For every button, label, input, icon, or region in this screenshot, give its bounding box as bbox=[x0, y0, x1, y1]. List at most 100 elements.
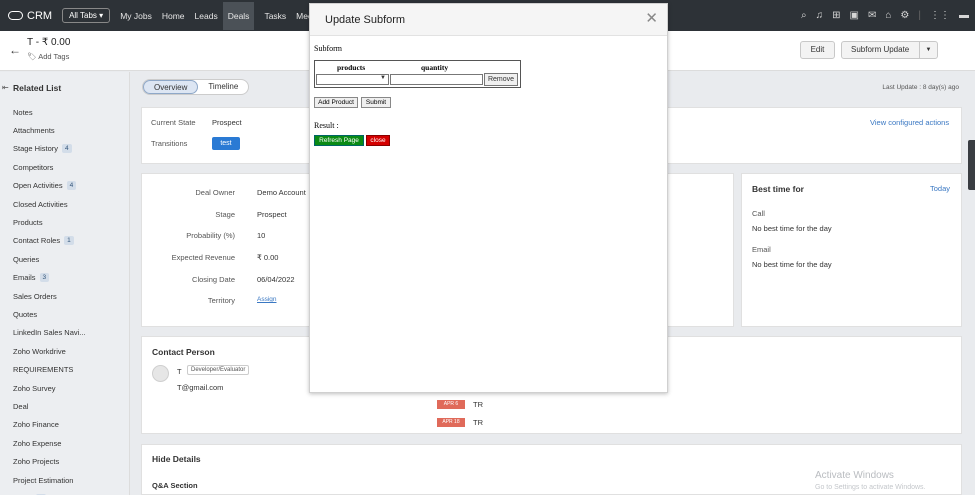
current-state-label: Current State bbox=[151, 118, 196, 127]
sidebar-item-label: Quotes bbox=[13, 309, 38, 319]
sidebar-item[interactable]: Quotes bbox=[13, 305, 86, 323]
subform-update-label: Subform Update bbox=[851, 45, 910, 54]
sidebar-item-label: Deal bbox=[13, 401, 29, 411]
bell-icon[interactable]: ♫ bbox=[816, 10, 824, 21]
gear-icon[interactable]: ⚙ bbox=[900, 10, 909, 21]
sidebar-item[interactable]: Notes bbox=[13, 103, 86, 121]
contact-email[interactable]: T@gmail.com bbox=[177, 383, 223, 392]
crm-logo[interactable]: CRM bbox=[8, 10, 52, 22]
assign-territory-link[interactable]: Assign bbox=[257, 296, 277, 303]
nav-home[interactable]: Home bbox=[162, 2, 185, 30]
sidebar-item[interactable]: Deal bbox=[13, 397, 86, 415]
feedback-tab[interactable] bbox=[968, 140, 975, 190]
add-product-button[interactable]: Add Product bbox=[314, 97, 358, 108]
contact-person-title: Contact Person bbox=[152, 347, 215, 357]
sidebar-item[interactable]: LinkedIn Sales Navi... bbox=[13, 324, 86, 342]
add-tags-link[interactable]: 🏷 Add Tags bbox=[27, 52, 69, 61]
record-title: T - ₹ 0.00 bbox=[27, 37, 71, 48]
sidebar-item[interactable]: Contact Roles 1 bbox=[13, 232, 86, 250]
sidebar-item[interactable]: Zoho Expense bbox=[13, 434, 86, 452]
sidebar-item[interactable]: Project Estimation bbox=[13, 471, 86, 489]
sidebar-item[interactable]: Competitors bbox=[13, 158, 86, 176]
sidebar-item[interactable]: Sales Orders bbox=[13, 287, 86, 305]
calendar-icon[interactable]: ▣ bbox=[850, 10, 859, 21]
apps-icon[interactable]: ⋮⋮ bbox=[930, 10, 950, 21]
field-value-probability[interactable]: 10 bbox=[257, 231, 265, 240]
email-label: Email bbox=[752, 245, 771, 254]
close-button[interactable]: close bbox=[366, 135, 390, 146]
sidebar-item-label: Sales Orders bbox=[13, 291, 57, 301]
sidebar-item[interactable]: Closed Activities bbox=[13, 195, 86, 213]
sidebar-item[interactable]: Open Activities 4 bbox=[13, 177, 86, 195]
nav-my-jobs[interactable]: My Jobs bbox=[120, 2, 152, 30]
all-tabs-dropdown[interactable]: All Tabs ▾ bbox=[62, 8, 111, 23]
subform-update-button[interactable]: Subform Update ▼ bbox=[841, 41, 938, 59]
collapse-icon[interactable]: ⇤ bbox=[2, 83, 9, 92]
nav-icons: ⌕ ♫ ⊞ ▣ ✉ ⌂ ⚙ | ⋮⋮ ▬ bbox=[792, 0, 969, 31]
sidebar-item-label: Products bbox=[13, 218, 43, 228]
sidebar-item[interactable]: Zoho Projects bbox=[13, 452, 86, 470]
sidebar-item-label: Zoho Finance bbox=[13, 420, 59, 430]
activate-windows-hint: Go to Settings to activate Windows. bbox=[815, 484, 926, 491]
quantity-input[interactable] bbox=[390, 74, 483, 85]
close-icon[interactable]: ✕ bbox=[645, 9, 658, 27]
best-time-title: Best time for bbox=[752, 184, 804, 194]
sidebar-item[interactable]: Queries bbox=[13, 250, 86, 268]
sidebar-item[interactable]: Zoho Finance bbox=[13, 416, 86, 434]
menu-icon[interactable]: ▬ bbox=[959, 10, 969, 21]
field-value-expected-revenue[interactable]: ₹ 0.00 bbox=[257, 253, 278, 262]
add-icon[interactable]: ⊞ bbox=[832, 10, 840, 21]
column-header-products: products bbox=[337, 63, 366, 72]
timeline-date-badge: APR 6 bbox=[437, 400, 465, 409]
sidebar-item[interactable]: Zoho Survey bbox=[13, 379, 86, 397]
today-link[interactable]: Today bbox=[930, 184, 950, 193]
chevron-down-icon[interactable]: ▼ bbox=[919, 42, 937, 58]
tag-icon: 🏷 bbox=[27, 52, 37, 61]
transition-test-button[interactable]: test bbox=[212, 137, 240, 150]
refresh-page-button[interactable]: Refresh Page bbox=[314, 135, 364, 146]
nav-tasks[interactable]: Tasks bbox=[264, 2, 286, 30]
product-select[interactable]: ▼ bbox=[316, 74, 389, 85]
nav-deals[interactable]: Deals bbox=[222, 1, 255, 30]
tab-timeline[interactable]: Timeline bbox=[198, 80, 248, 94]
hide-details-link[interactable]: Hide Details bbox=[152, 454, 201, 464]
field-value-stage[interactable]: Prospect bbox=[257, 210, 287, 219]
app-name: CRM bbox=[27, 9, 53, 22]
sidebar-item-label: Attachments bbox=[13, 126, 55, 136]
sidebar-item[interactable]: Zoho Workdrive bbox=[13, 342, 86, 360]
back-arrow-icon[interactable]: ← bbox=[9, 43, 21, 57]
edit-button[interactable]: Edit bbox=[800, 41, 835, 59]
store-icon[interactable]: ⌂ bbox=[885, 10, 891, 21]
sidebar-item-label: Zoho Survey bbox=[13, 383, 56, 393]
sidebar-item-label: Project Estimation bbox=[13, 475, 74, 485]
search-icon[interactable]: ⌕ bbox=[801, 10, 807, 21]
sidebar-item-label: Closed Activities bbox=[13, 199, 68, 209]
sidebar-item[interactable]: Products bbox=[13, 213, 86, 231]
mail-icon[interactable]: ✉ bbox=[868, 10, 876, 21]
tab-overview[interactable]: Overview bbox=[143, 80, 199, 94]
remove-button[interactable]: Remove bbox=[484, 73, 518, 86]
sidebar-item[interactable]: Deals3 bbox=[13, 489, 86, 495]
sidebar-item[interactable]: Attachments bbox=[13, 121, 86, 139]
contact-role-badge: Developer/Evaluator bbox=[187, 365, 250, 375]
count-badge: 1 bbox=[64, 236, 74, 246]
sidebar-item[interactable]: Stage History 4 bbox=[13, 140, 86, 158]
submit-button[interactable]: Submit bbox=[361, 97, 391, 108]
sidebar-item-label: Contact Roles bbox=[13, 236, 61, 246]
sidebar-item[interactable]: Emails 3 bbox=[13, 269, 86, 287]
email-value: No best time for the day bbox=[752, 260, 832, 269]
timeline-entry-text: TR bbox=[473, 400, 483, 409]
view-configured-actions-link[interactable]: View configured actions bbox=[870, 118, 949, 127]
contact-name[interactable]: T bbox=[177, 367, 182, 376]
sidebar-item-label: Queries bbox=[13, 254, 40, 264]
field-value-closing-date[interactable]: 06/04/2022 bbox=[257, 275, 295, 284]
sidebar-item[interactable]: REQUIREMENTS bbox=[13, 360, 86, 378]
current-state-value: Prospect bbox=[212, 118, 242, 127]
result-label: Result : bbox=[314, 121, 339, 130]
all-tabs-label: All Tabs bbox=[69, 11, 97, 20]
nav-leads[interactable]: Leads bbox=[195, 2, 218, 30]
add-tags-label: Add Tags bbox=[38, 52, 70, 61]
sidebar-item-label: REQUIREMENTS bbox=[13, 365, 74, 375]
field-value-deal-owner[interactable]: Demo Account bbox=[257, 188, 306, 197]
sidebar-item-label: Competitors bbox=[13, 162, 54, 172]
